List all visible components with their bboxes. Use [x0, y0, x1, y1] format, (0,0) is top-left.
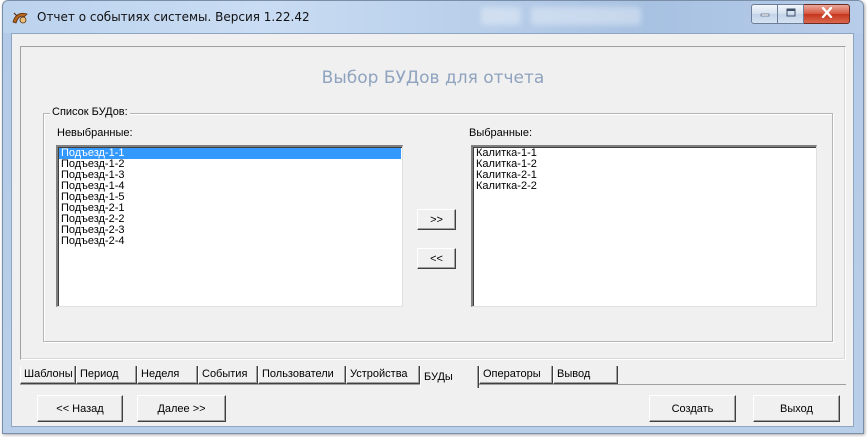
maximize-icon	[786, 8, 796, 20]
minimize-icon	[760, 8, 770, 20]
tab-3[interactable]: Неделя	[137, 366, 198, 384]
page-title: Выбор БУДов для отчета	[321, 68, 545, 88]
unselected-listbox[interactable]: Подъезд-1-1 Подъезд-1-2 Подъезд-1-3 Подъезд…	[56, 145, 403, 307]
close-icon	[821, 6, 833, 21]
create-button[interactable]: Создать	[649, 395, 736, 422]
list-item[interactable]: Подъезд-2-4	[59, 236, 401, 247]
move-right-button[interactable]: >>	[417, 209, 456, 230]
app-window: Отчет о событиях системы. Версия 1.22.42…	[2, 0, 864, 434]
tab-9[interactable]: Вывод	[553, 366, 618, 384]
tab-6[interactable]: Устройства	[346, 366, 420, 384]
groupbox-label: Список БУДов:	[50, 106, 130, 118]
tab-7[interactable]: БУДы	[420, 366, 479, 388]
selected-label: Выбранные:	[469, 127, 533, 139]
selected-listbox[interactable]: Калитка-1-1 Калитка-1-2 Калитка-2-1 Калитка…	[471, 145, 817, 307]
tab-8[interactable]: Операторы	[479, 366, 553, 384]
list-item[interactable]: Калитка-2-2	[474, 181, 815, 192]
close-button[interactable]	[804, 4, 850, 24]
tab-4[interactable]: События	[198, 366, 258, 384]
tab-5[interactable]: Пользователи	[258, 366, 346, 384]
step-panel: Выбор БУДов для отчета Список БУДов: Нев…	[20, 46, 846, 360]
tab-1[interactable]: Шаблоны	[20, 366, 76, 384]
minimize-button[interactable]	[751, 4, 778, 24]
window-title: Отчет о событиях системы. Версия 1.22.42	[37, 10, 310, 24]
back-button[interactable]: << Назад	[37, 395, 123, 422]
title-bar[interactable]: Отчет о событиях системы. Версия 1.22.42	[3, 1, 863, 33]
exit-button[interactable]: Выход	[753, 395, 840, 422]
client-area: Выбор БУДов для отчета Список БУДов: Нев…	[11, 33, 854, 427]
tab-2[interactable]: Период	[76, 366, 137, 384]
next-button[interactable]: Далее >>	[137, 395, 226, 422]
unselected-label: Невыбранные:	[57, 127, 133, 139]
move-left-button[interactable]: <<	[417, 248, 456, 269]
maximize-button[interactable]	[778, 4, 804, 24]
app-icon	[11, 10, 29, 26]
